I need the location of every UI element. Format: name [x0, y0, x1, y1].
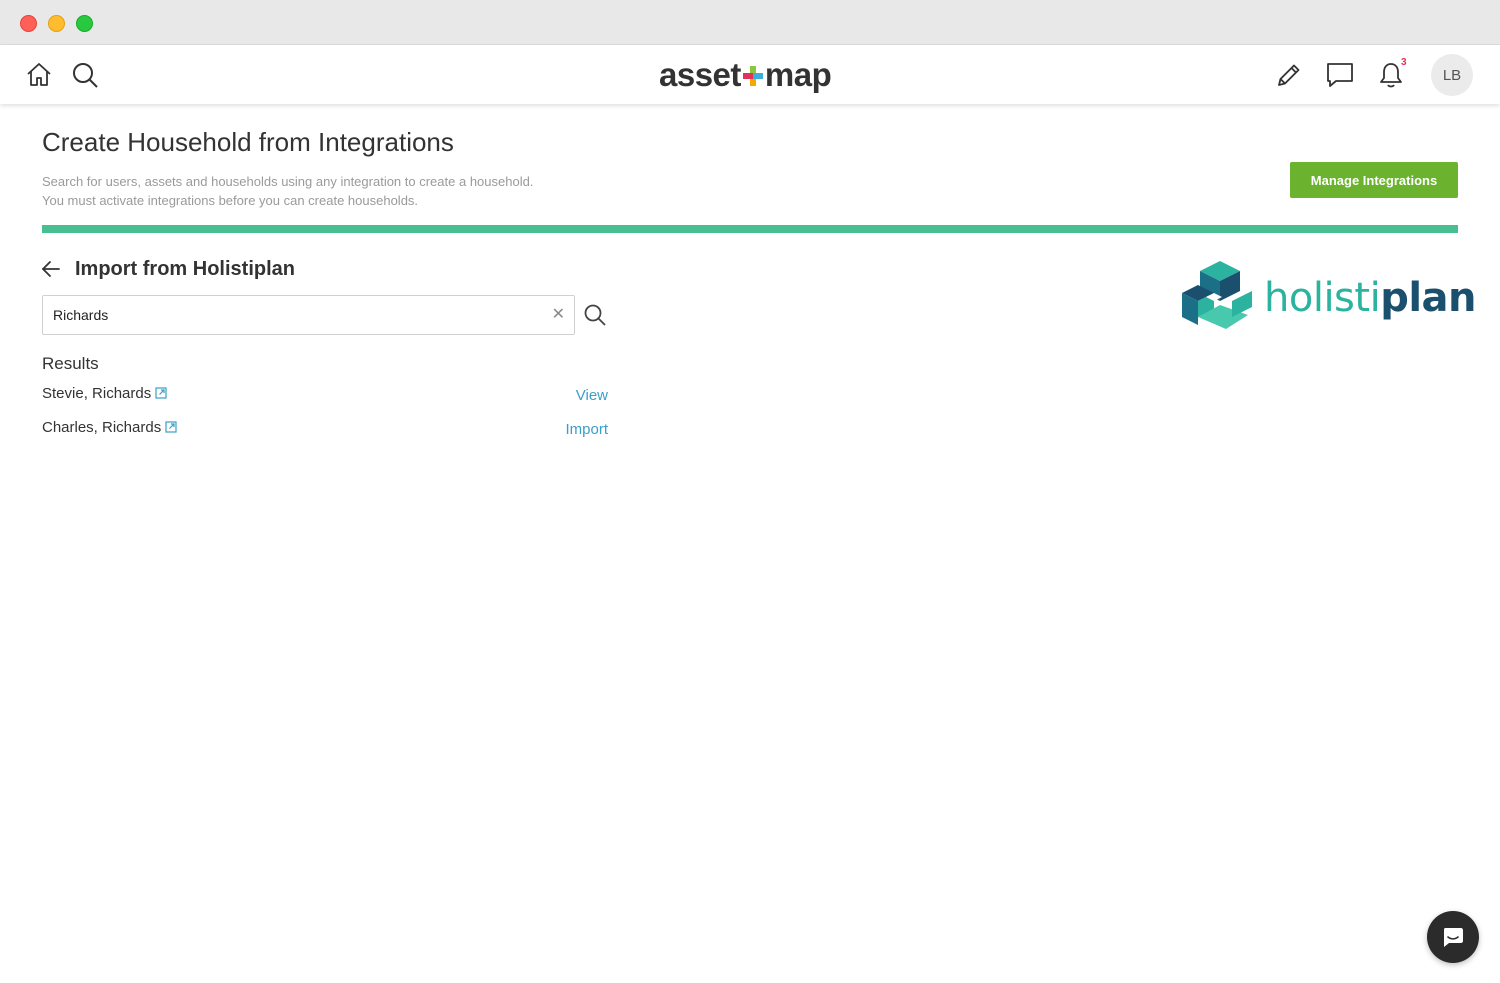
view-link[interactable]: View [576, 387, 608, 404]
window-titlebar [0, 0, 1500, 45]
progress-bar-fill [42, 225, 1458, 233]
results-heading: Results [42, 354, 99, 373]
progress-bar [42, 225, 1458, 233]
import-link[interactable]: Import [565, 421, 608, 438]
home-icon[interactable] [24, 60, 54, 90]
notification-badge: 3 [1401, 57, 1407, 68]
close-window-button[interactable] [20, 15, 37, 32]
clear-icon[interactable]: ✕ [552, 305, 565, 325]
top-navbar: asset map 3 LB [0, 45, 1500, 104]
page-title: Create Household from Integrations [42, 127, 454, 157]
pencil-icon[interactable] [1274, 60, 1304, 90]
result-name[interactable]: Charles, Richards [42, 419, 177, 436]
chat-icon[interactable] [1325, 60, 1355, 90]
result-row: Charles, Richards Import [42, 419, 608, 443]
subtitle-line-2: You must activate integrations before yo… [42, 193, 419, 208]
external-link-icon[interactable] [165, 421, 177, 433]
holistiplan-cube-icon [1182, 261, 1252, 329]
logo-plus-icon [742, 66, 763, 86]
import-heading: Import from Holistiplan [75, 258, 295, 280]
holistiplan-logo: holistiplan [1178, 257, 1476, 335]
messenger-launcher-button[interactable] [1427, 911, 1479, 963]
result-name[interactable]: Stevie, Richards [42, 385, 167, 402]
logo-text-asset: asset [659, 56, 741, 93]
search-submit-icon[interactable] [583, 303, 607, 327]
search-input[interactable] [53, 305, 543, 325]
search-field: ✕ [42, 295, 575, 335]
wordmark-part-1: holisti [1264, 275, 1381, 321]
result-name-text: Charles, Richards [42, 419, 162, 436]
external-link-icon[interactable] [155, 387, 167, 399]
user-avatar[interactable]: LB [1431, 54, 1473, 96]
result-name-text: Stevie, Richards [42, 385, 152, 402]
logo-text-map: map [764, 56, 832, 93]
back-arrow-icon[interactable] [40, 258, 62, 280]
holistiplan-wordmark: holistiplan [1264, 275, 1476, 321]
asset-map-logo[interactable]: asset map [659, 55, 832, 95]
minimize-window-button[interactable] [48, 15, 65, 32]
wordmark-part-2: plan [1380, 275, 1476, 321]
search-icon[interactable] [70, 60, 100, 90]
maximize-window-button[interactable] [76, 15, 93, 32]
manage-integrations-button[interactable]: Manage Integrations [1290, 162, 1458, 198]
messenger-icon [1444, 928, 1463, 947]
page-subtitle: Search for users, assets and households … [42, 172, 533, 210]
subtitle-line-1: Search for users, assets and households … [42, 174, 534, 189]
result-row: Stevie, Richards View [42, 385, 608, 409]
